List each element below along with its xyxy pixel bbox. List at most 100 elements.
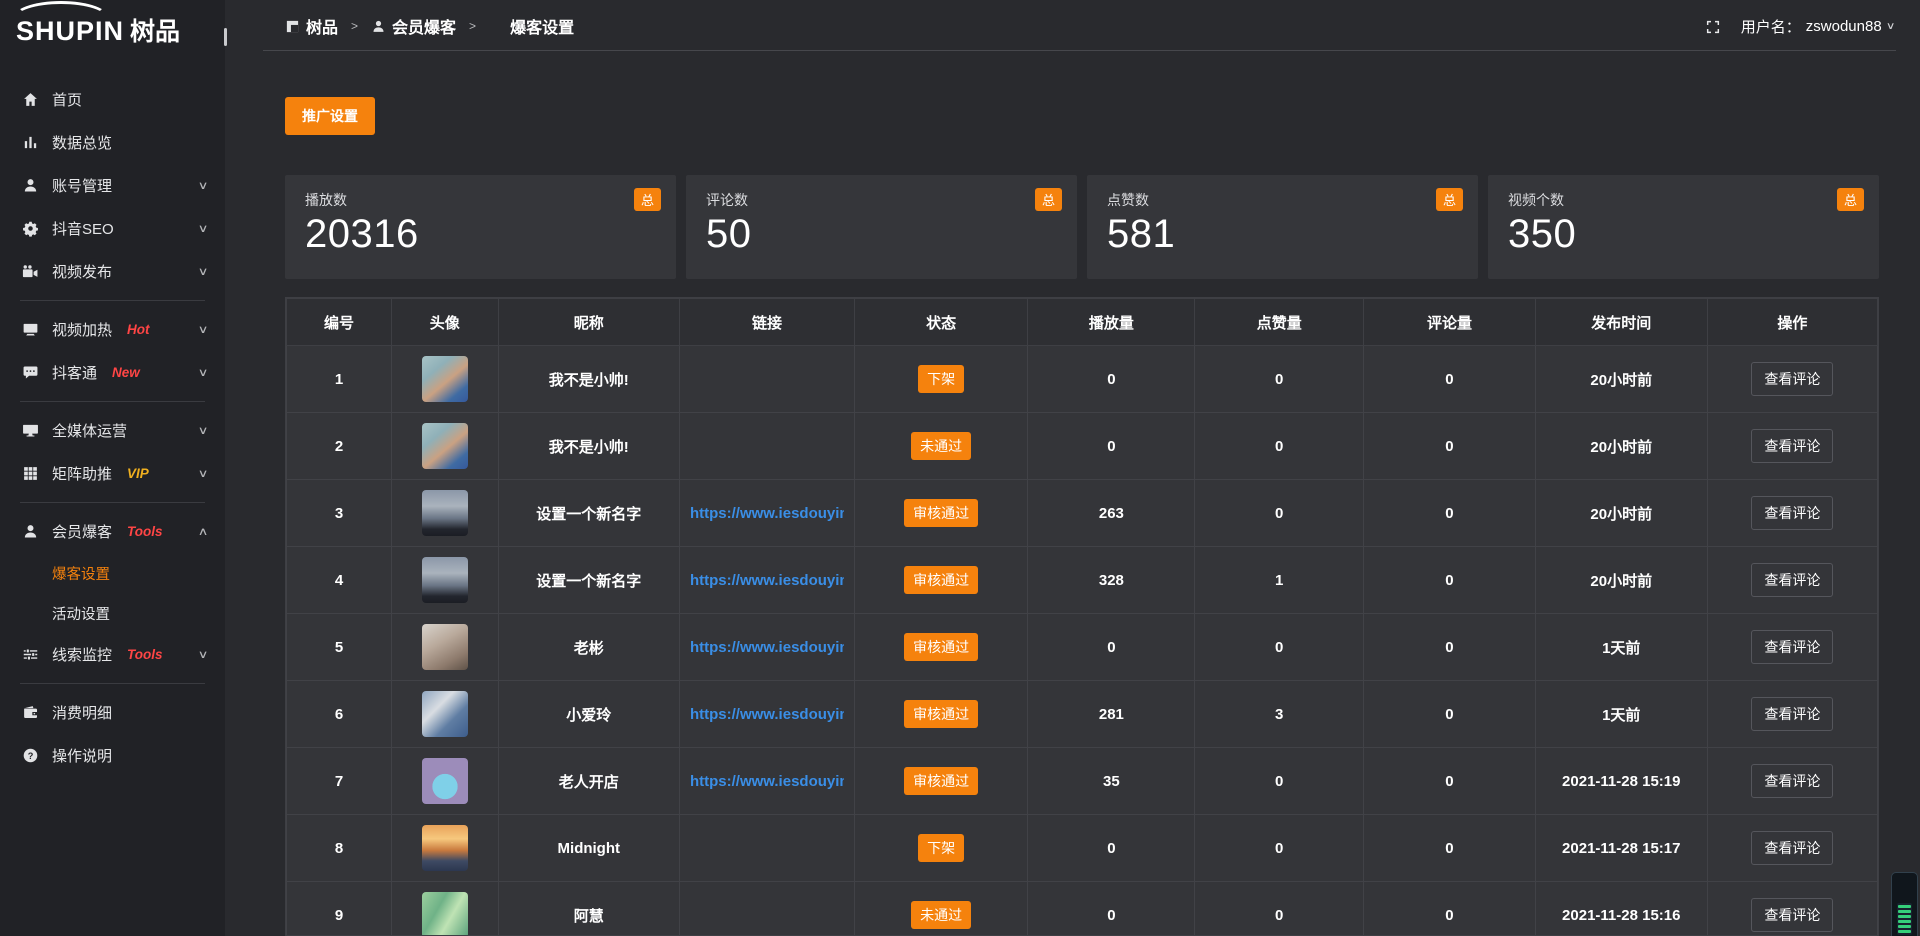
nickname: 阿慧 [498, 882, 679, 936]
sidebar-item[interactable]: 活动设置 [0, 593, 225, 633]
breadcrumb-label: 爆客设置 [510, 14, 574, 38]
breadcrumb-item[interactable]: 爆客设置 [489, 14, 574, 38]
sidebar-item[interactable]: 账号管理 ∨ [0, 164, 225, 207]
plays-count: 0 [1028, 614, 1195, 681]
publish-time: 20小时前 [1535, 346, 1707, 413]
comments-count: 0 [1364, 413, 1536, 480]
sidebar-item[interactable]: 会员爆客 Tools ∧ [0, 510, 225, 553]
green-meter-bars [1897, 903, 1912, 935]
status-badge: 未通过 [911, 901, 971, 929]
sidebar-item[interactable]: 抖客通 New ∨ [0, 351, 225, 394]
avatar [422, 758, 468, 804]
sidebar-item-label: 活动设置 [52, 603, 110, 624]
table-row: 5 老彬 https://www.iesdouyin.c 审核通过 0 0 0 … [287, 614, 1878, 681]
sidebar-item[interactable]: 视频发布 ∨ [0, 250, 225, 293]
stat-value: 50 [706, 212, 1057, 257]
breadcrumb-item[interactable]: 会员爆客 [371, 14, 456, 38]
row-number: 2 [287, 413, 392, 480]
sidebar-item[interactable]: 线索监控 Tools ∨ [0, 633, 225, 676]
avatar [422, 825, 468, 871]
row-number: 3 [287, 480, 392, 547]
video-link[interactable]: https://www.iesdouyin.c [690, 706, 844, 723]
video-link[interactable]: https://www.iesdouyin.c [690, 505, 844, 522]
chat-icon [22, 364, 39, 381]
avatar [422, 490, 468, 536]
main-area: 树品 > 会员爆客 > 爆客设置 [225, 0, 1920, 936]
sidebar: SHUPIN树品 首页 数据总览 [0, 0, 225, 936]
comments-count: 0 [1364, 346, 1536, 413]
sidebar-item-tag: Hot [127, 322, 150, 337]
sidebar-item[interactable]: 操作说明 [0, 734, 225, 777]
monitor-icon [22, 422, 39, 439]
camera-icon [22, 263, 39, 280]
view-comments-button[interactable]: 查看评论 [1751, 898, 1833, 932]
breadcrumb-item[interactable]: 树品 [285, 14, 338, 38]
dashboard-icon [285, 19, 300, 34]
sliders-icon [22, 646, 39, 663]
nickname: 我不是小帅! [498, 413, 679, 480]
sidebar-item[interactable]: 爆客设置 [0, 553, 225, 593]
avatar [422, 356, 468, 402]
stat-label: 点赞数 [1107, 190, 1458, 210]
sidebar-item[interactable]: 全媒体运营 ∨ [0, 409, 225, 452]
status-badge: 下架 [918, 365, 964, 393]
view-comments-button[interactable]: 查看评论 [1751, 429, 1833, 463]
video-link[interactable]: https://www.iesdouyin.c [690, 572, 844, 589]
video-link[interactable]: https://www.iesdouyin.c [690, 639, 844, 656]
plays-count: 35 [1028, 748, 1195, 815]
likes-count: 0 [1195, 882, 1364, 936]
stat-label: 评论数 [706, 190, 1057, 210]
breadcrumb-separator: > [351, 19, 358, 33]
sidebar-item[interactable]: 首页 [0, 78, 225, 121]
comments-count: 0 [1364, 480, 1536, 547]
sidebar-item[interactable]: 抖音SEO ∨ [0, 207, 225, 250]
logo: SHUPIN树品 [0, 0, 225, 68]
floating-widget[interactable] [1891, 872, 1918, 936]
avatar [422, 691, 468, 737]
video-link[interactable]: https://www.iesdouyin.c [690, 773, 844, 790]
view-comments-button[interactable]: 查看评论 [1751, 831, 1833, 865]
sidebar-item-tag: VIP [127, 466, 149, 481]
sidebar-item[interactable]: 消费明细 [0, 691, 225, 734]
stat-card: 视频个数 总 350 [1488, 175, 1879, 279]
stat-cards: 播放数 总 20316 评论数 总 50 点赞数 总 581 [285, 175, 1879, 279]
comments-count: 0 [1364, 681, 1536, 748]
view-comments-button[interactable]: 查看评论 [1751, 362, 1833, 396]
status-badge: 审核通过 [904, 700, 978, 728]
status-badge: 下架 [918, 834, 964, 862]
publish-time: 2021-11-28 15:16 [1535, 882, 1707, 936]
sidebar-item-label: 视频加热 [52, 319, 112, 340]
plays-count: 0 [1028, 413, 1195, 480]
row-number: 5 [287, 614, 392, 681]
username-menu[interactable]: 用户名：zswodun88 ∨ [1741, 16, 1894, 37]
fullscreen-icon[interactable] [1705, 19, 1721, 35]
sidebar-item[interactable]: 数据总览 [0, 121, 225, 164]
row-number: 9 [287, 882, 392, 936]
column-header: 链接 [679, 299, 854, 346]
sidebar-item[interactable]: 矩阵助推 VIP ∨ [0, 452, 225, 495]
stat-value: 20316 [305, 212, 656, 257]
view-comments-button[interactable]: 查看评论 [1751, 563, 1833, 597]
publish-time: 20小时前 [1535, 480, 1707, 547]
chevron-icon: ∧ [198, 525, 209, 538]
likes-count: 0 [1195, 346, 1364, 413]
view-comments-button[interactable]: 查看评论 [1751, 697, 1833, 731]
sidebar-item[interactable]: 视频加热 Hot ∨ [0, 308, 225, 351]
column-header: 评论量 [1364, 299, 1536, 346]
view-comments-button[interactable]: 查看评论 [1751, 496, 1833, 530]
user-icon [22, 523, 39, 540]
sidebar-item-label: 数据总览 [52, 132, 112, 153]
nickname: 老人开店 [498, 748, 679, 815]
table-row: 9 阿慧 未通过 0 0 0 2021-11-28 15:16 查看评论 [287, 882, 1878, 936]
view-comments-button[interactable]: 查看评论 [1751, 630, 1833, 664]
sidebar-item-tag: Tools [127, 647, 163, 662]
promo-settings-button[interactable]: 推广设置 [285, 97, 375, 135]
avatar [422, 624, 468, 670]
sidebar-item-label: 消费明细 [52, 702, 112, 723]
plays-count: 0 [1028, 815, 1195, 882]
app-window: SHUPIN树品 首页 数据总览 [0, 0, 1920, 936]
view-comments-button[interactable]: 查看评论 [1751, 764, 1833, 798]
sidebar-item-label: 爆客设置 [52, 563, 110, 584]
avatar [422, 892, 468, 936]
likes-count: 0 [1195, 413, 1364, 480]
